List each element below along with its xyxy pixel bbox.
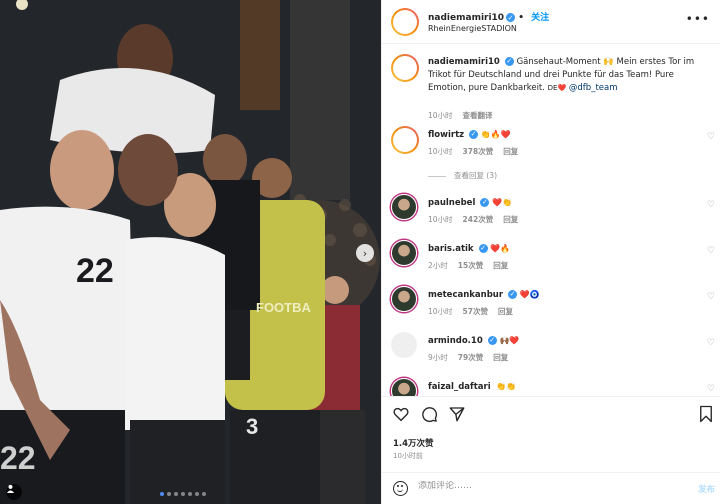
post-time: 10小时前 xyxy=(393,452,423,460)
reply-button[interactable]: 回复 xyxy=(498,307,513,316)
comment-time: 9小时 xyxy=(428,353,448,362)
tagged-users-icon[interactable] xyxy=(6,484,22,500)
caption-avatar[interactable] xyxy=(391,54,419,82)
comment-like-heart-icon[interactable]: ♡ xyxy=(707,246,715,256)
verified-badge-icon: ✓ xyxy=(504,57,514,66)
post-detail-panel: nadiemamiri10 ✓ • 关注 RheinEnergieSTADION … xyxy=(381,0,720,504)
comment-username[interactable]: armindo.10 xyxy=(428,336,483,346)
comment-bubble-icon[interactable] xyxy=(420,405,438,423)
author-avatar[interactable] xyxy=(391,8,419,36)
jersey-number-corner: 22 xyxy=(0,440,36,476)
next-photo-button[interactable]: › xyxy=(356,244,374,262)
comment-avatar[interactable] xyxy=(391,126,419,154)
share-send-icon[interactable] xyxy=(448,405,466,423)
comment-avatar[interactable] xyxy=(391,194,417,220)
caption-username[interactable]: nadiemamiri10 xyxy=(428,57,500,67)
jersey-number-3: 3 xyxy=(246,414,259,439)
comment-meta: 10小时 378次赞 回复 xyxy=(428,146,528,157)
translate-link[interactable]: 查看翻译 xyxy=(463,111,493,120)
post-header: nadiemamiri10 ✓ • 关注 RheinEnergieSTADION … xyxy=(382,0,720,44)
caption-mention[interactable]: @dfb_team xyxy=(569,83,618,93)
comment-username[interactable]: baris.atik xyxy=(428,244,474,254)
comment-like-heart-icon[interactable]: ♡ xyxy=(707,200,715,210)
comment-like-heart-icon[interactable]: ♡ xyxy=(707,384,715,394)
comment-meta: 2小时 15次赞 回复 xyxy=(428,260,518,271)
chevron-right-icon: › xyxy=(362,246,368,260)
comment-likes[interactable]: 57次赞 xyxy=(463,307,488,316)
caption-meta: 10小时 查看翻译 xyxy=(428,110,503,121)
comment-time: 10小时 xyxy=(428,307,453,316)
caption-flag: DE❤️ xyxy=(547,84,567,92)
comment-meta: 10小时 57次赞 回复 xyxy=(428,306,523,317)
verified-badge-icon: ✓ xyxy=(480,198,490,207)
like-count[interactable]: 1.4万次赞 xyxy=(393,437,434,449)
comment-body: ❤️🧿 xyxy=(519,290,540,299)
comment-body: ❤️👏 xyxy=(492,198,512,207)
comment-time: 10小时 xyxy=(428,147,453,156)
emoji-picker-icon[interactable] xyxy=(393,481,408,496)
view-replies-button[interactable]: 查看回复 (3) xyxy=(428,170,497,181)
comment-text: flowirtz ✓ 👏🔥❤️ xyxy=(428,128,696,142)
bookmark-icon[interactable] xyxy=(698,405,714,423)
celebration-photo xyxy=(0,0,381,504)
comment-avatar[interactable] xyxy=(391,240,417,266)
verified-badge-icon: ✓ xyxy=(478,244,488,253)
comment-likes[interactable]: 15次赞 xyxy=(458,261,483,270)
reply-button[interactable]: 回复 xyxy=(503,147,518,156)
comment-body: 👏👏 xyxy=(496,382,517,391)
comment-text: baris.atik ✓ ❤️🔥 xyxy=(428,242,696,256)
bib-sponsor-text: FOOTBA xyxy=(256,300,311,315)
author-line: nadiemamiri10 ✓ • 关注 xyxy=(428,13,550,23)
comment-meta: 10小时 242次赞 回复 xyxy=(428,214,528,225)
comment-avatar[interactable] xyxy=(391,332,417,358)
comment-text: armindo.10 ✓ 🙌🏾❤️ xyxy=(428,334,696,348)
comment-likes[interactable]: 378次赞 xyxy=(463,147,494,156)
comment-username[interactable]: faizal_daftari xyxy=(428,382,491,392)
verified-badge-icon: ✓ xyxy=(506,13,516,22)
location-link[interactable]: RheinEnergieSTADION xyxy=(428,24,517,33)
reply-button[interactable]: 回复 xyxy=(493,353,508,362)
comment-time: 2小时 xyxy=(428,261,448,270)
comment-username[interactable]: paulnebel xyxy=(428,198,475,208)
post-actions: 1.4万次赞 10小时前 xyxy=(382,396,720,468)
comment-input[interactable] xyxy=(418,481,668,491)
caption-text: nadiemamiri10 ✓ Gänsehaut-Moment 🙌 Mein e… xyxy=(428,56,696,95)
post-comment-button[interactable]: 发布 xyxy=(698,483,715,495)
comment-likes[interactable]: 242次赞 xyxy=(463,215,494,224)
comment-body: 👏🔥❤️ xyxy=(480,130,511,139)
comment-composer: 发布 xyxy=(382,472,720,504)
reply-button[interactable]: 回复 xyxy=(493,261,508,270)
follow-button[interactable]: 关注 xyxy=(531,13,549,23)
reply-button[interactable]: 回复 xyxy=(503,215,518,224)
verified-badge-icon: ✓ xyxy=(487,336,497,345)
comment-username[interactable]: metecankanbur xyxy=(428,290,503,300)
comment-meta: 9小时 79次赞 回复 xyxy=(428,352,518,363)
comment-like-heart-icon[interactable]: ♡ xyxy=(707,132,715,142)
comment-avatar[interactable] xyxy=(391,378,417,396)
comment-body: ❤️🔥 xyxy=(490,244,511,253)
comments-list[interactable]: nadiemamiri10 ✓ Gänsehaut-Moment 🙌 Mein e… xyxy=(382,44,720,396)
comment-likes[interactable]: 79次赞 xyxy=(458,353,483,362)
author-username[interactable]: nadiemamiri10 xyxy=(428,13,504,23)
comment-text: metecankanbur ✓ ❤️🧿 xyxy=(428,288,696,302)
comment-avatar[interactable] xyxy=(391,286,417,312)
comment-username[interactable]: flowirtz xyxy=(428,130,464,140)
like-heart-icon[interactable] xyxy=(392,405,410,423)
comment-like-heart-icon[interactable]: ♡ xyxy=(707,338,715,348)
carousel-dots xyxy=(160,492,206,496)
verified-badge-icon: ✓ xyxy=(508,290,518,299)
post-photo[interactable]: 22 3 22 FOOTBA › xyxy=(0,0,381,504)
jersey-number-22: 22 xyxy=(76,252,114,290)
comment-text: faizal_daftari 👏👏 xyxy=(428,380,696,394)
comment-time: 10小时 xyxy=(428,215,453,224)
comment-text: paulnebel ✓ ❤️👏 xyxy=(428,196,696,210)
comment-like-heart-icon[interactable]: ♡ xyxy=(707,292,715,302)
more-options-icon[interactable]: ••• xyxy=(686,12,710,26)
verified-badge-icon: ✓ xyxy=(469,130,479,139)
comment-body: 🙌🏾❤️ xyxy=(499,336,520,345)
caption-time: 10小时 xyxy=(428,111,453,120)
